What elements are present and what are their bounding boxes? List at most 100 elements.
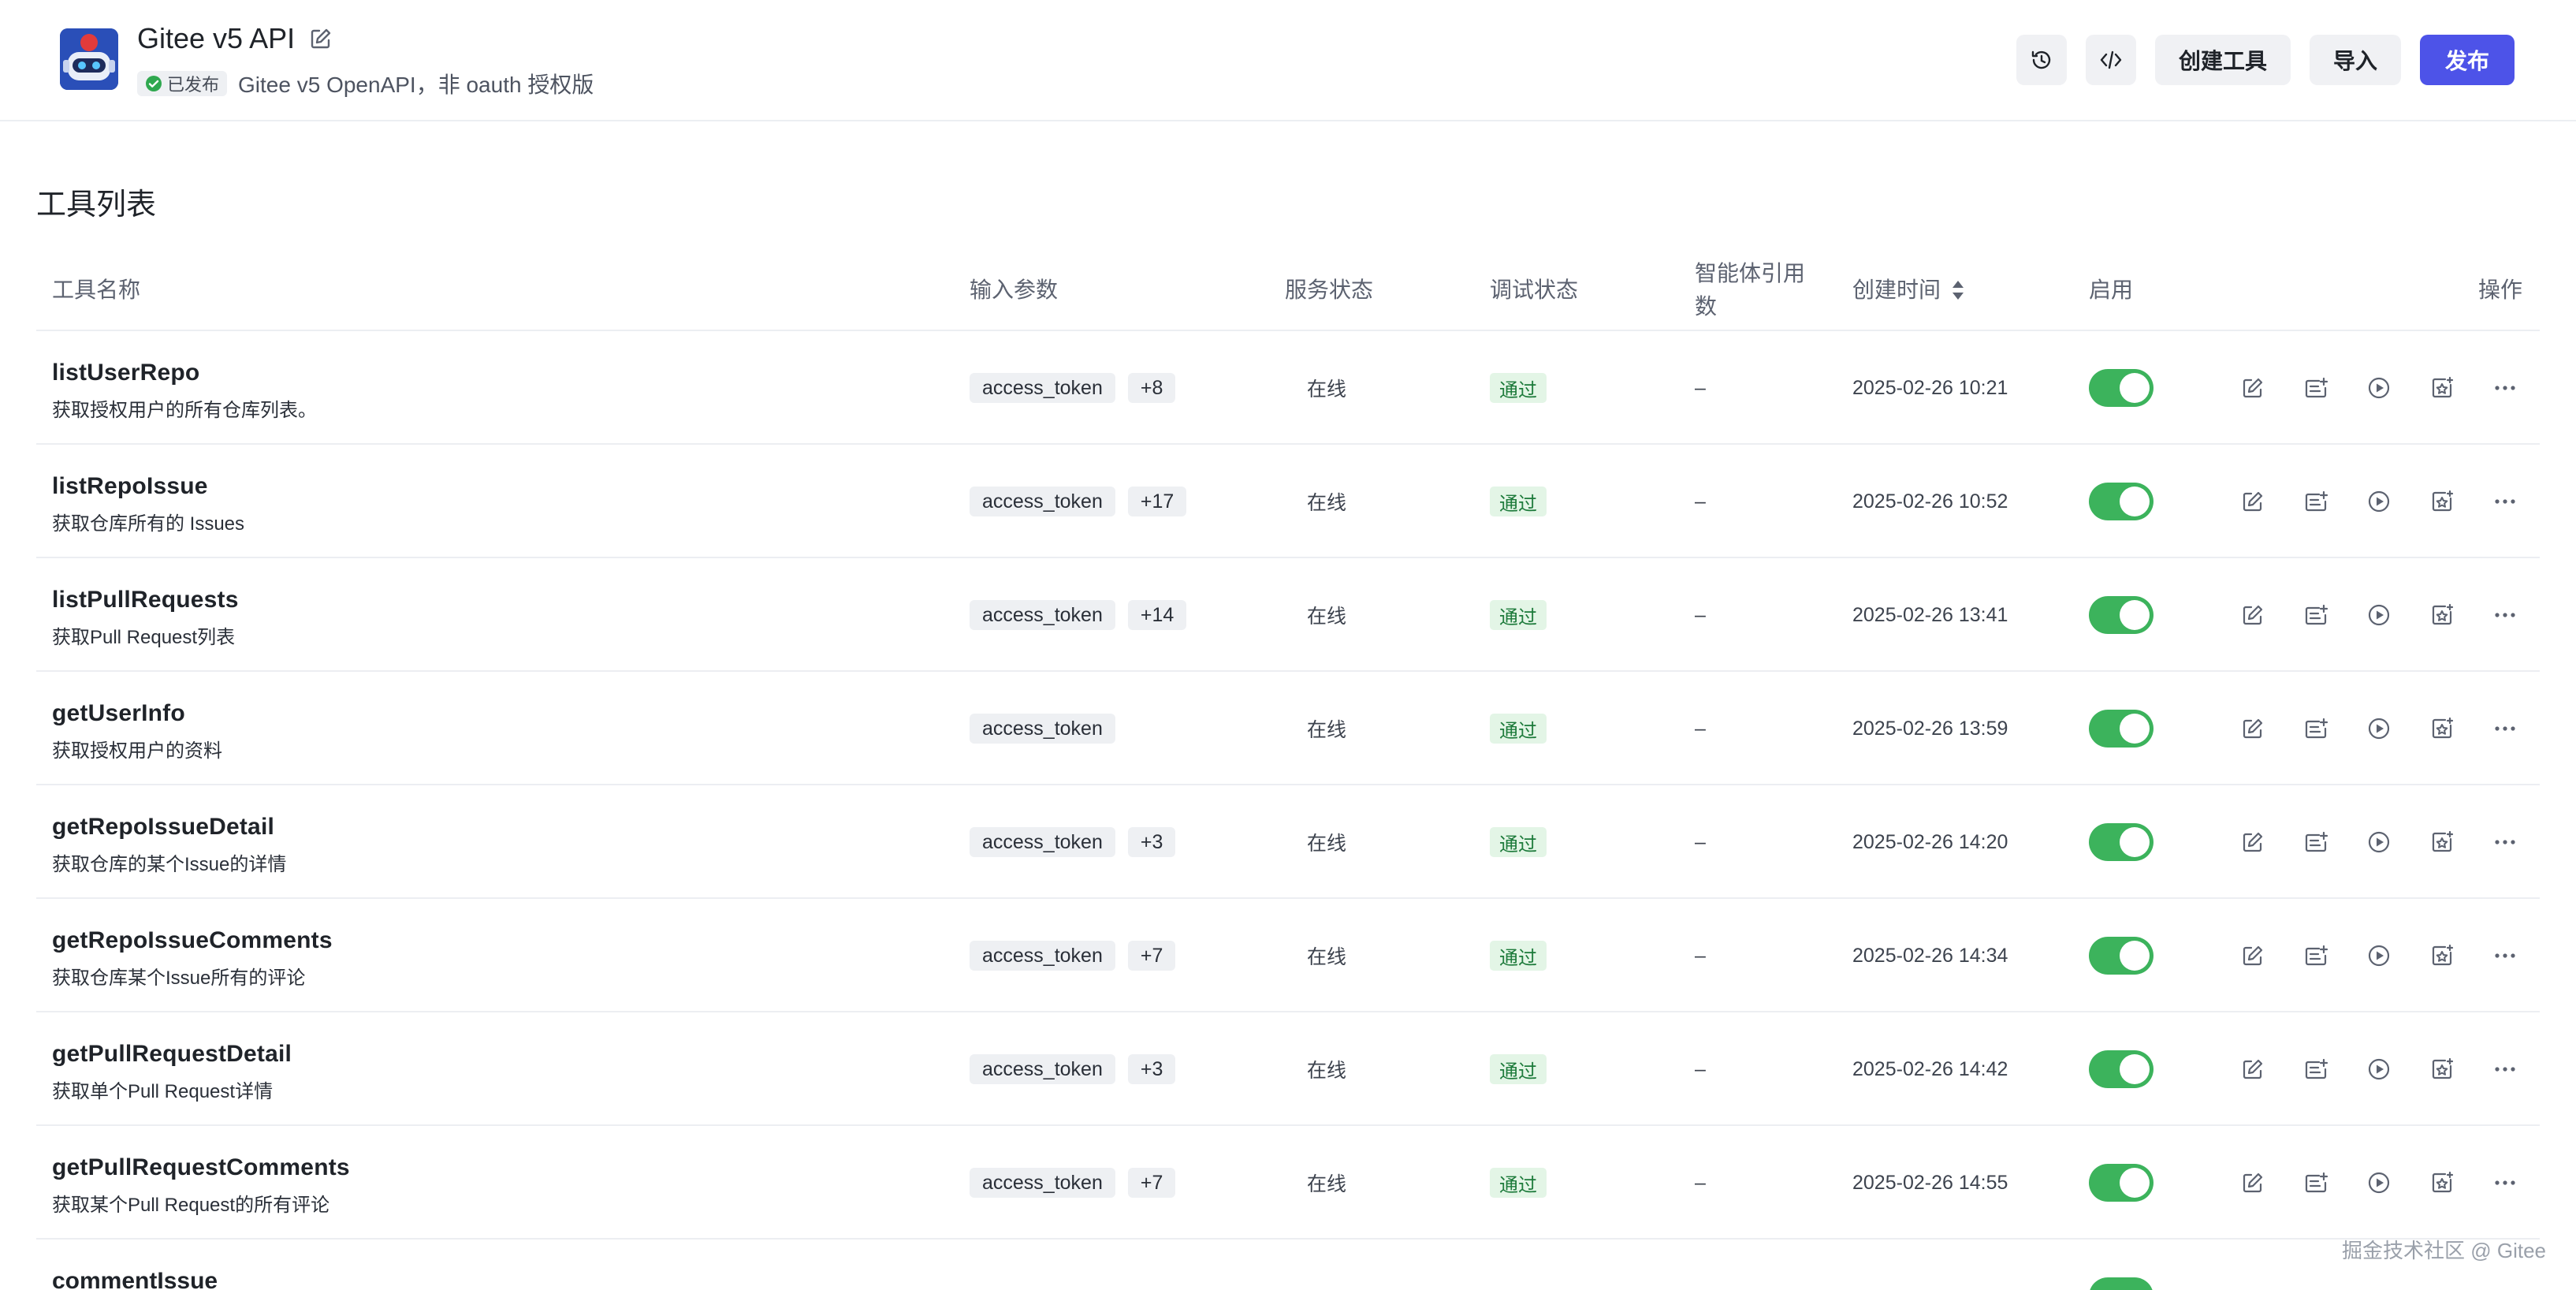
table-row[interactable]: listPullRequests 获取Pull Request列表 access…	[36, 558, 2540, 672]
debug-run-button[interactable]	[2366, 375, 2392, 401]
param-more-tag[interactable]: +3	[1127, 1054, 1176, 1084]
tool-name[interactable]: listRepoIssue	[52, 473, 208, 500]
import-button[interactable]: 导入	[2309, 35, 2401, 85]
more-button[interactable]	[2492, 716, 2518, 741]
enable-toggle[interactable]	[2089, 823, 2153, 861]
more-button[interactable]	[2492, 602, 2518, 628]
service-status: 在线	[1307, 492, 1347, 514]
more-button[interactable]	[2492, 830, 2518, 855]
debug-status-cell: 通过	[1490, 1126, 1547, 1240]
table-row[interactable]: getPullRequestComments 获取某个Pull Request的…	[36, 1126, 2540, 1240]
enable-toggle[interactable]	[2089, 710, 2153, 748]
edit-button[interactable]	[2240, 602, 2265, 628]
enable-toggle[interactable]	[2089, 1050, 2153, 1088]
table-row[interactable]: getUserInfo 获取授权用户的资料 access_token 在线 通过…	[36, 672, 2540, 785]
play-circle-icon	[2368, 945, 2390, 967]
debug-run-button[interactable]	[2366, 716, 2392, 741]
code-button[interactable]	[2085, 35, 2136, 85]
publish-button[interactable]: 发布	[2419, 35, 2515, 85]
tool-name[interactable]: getRepoIssueDetail	[52, 814, 274, 841]
edit-title-icon[interactable]	[309, 27, 333, 50]
table-row[interactable]: listRepoIssue 获取仓库所有的 Issues access_toke…	[36, 445, 2540, 558]
param-more-tag[interactable]: +8	[1127, 373, 1176, 403]
edit-button[interactable]	[2240, 943, 2265, 968]
agent-refs: –	[1695, 376, 1706, 399]
more-button[interactable]	[2492, 375, 2518, 401]
enable-toggle[interactable]	[2089, 937, 2153, 975]
add-to-list-button[interactable]	[2303, 375, 2328, 401]
debug-run-button[interactable]	[2366, 489, 2392, 514]
edit-button[interactable]	[2240, 1057, 2265, 1082]
sort-icon[interactable]	[1950, 278, 1966, 302]
param-more-tag[interactable]: +3	[1127, 827, 1176, 857]
more-button[interactable]	[2492, 489, 2518, 514]
favorite-button[interactable]	[2429, 1170, 2455, 1195]
edit-button[interactable]	[2240, 375, 2265, 401]
list-add-icon	[2305, 490, 2328, 512]
add-to-list-button[interactable]	[2303, 830, 2328, 855]
debug-run-button[interactable]	[2366, 602, 2392, 628]
param-more-tag[interactable]: +7	[1127, 941, 1176, 971]
edit-button[interactable]	[2240, 1170, 2265, 1195]
created-time-cell: 2025-02-26 14:34	[1852, 899, 2008, 1012]
edit-button[interactable]	[2240, 830, 2265, 855]
tool-name[interactable]: getRepoIssueComments	[52, 927, 333, 954]
edit-button[interactable]	[2240, 716, 2265, 741]
table-row[interactable]: getRepoIssueDetail 获取仓库的某个Issue的详情 acces…	[36, 785, 2540, 899]
tool-name[interactable]: getPullRequestComments	[52, 1154, 350, 1181]
debug-run-button[interactable]	[2366, 1057, 2392, 1082]
favorite-button[interactable]	[2429, 830, 2455, 855]
enable-toggle[interactable]	[2089, 1277, 2153, 1290]
debug-run-button[interactable]	[2366, 830, 2392, 855]
header-created-time[interactable]: 创建时间	[1852, 249, 1966, 331]
more-button[interactable]	[2492, 1057, 2518, 1082]
table-row-partial[interactable]: commentIssue	[36, 1263, 2540, 1290]
edit-button[interactable]	[2240, 489, 2265, 514]
enable-toggle[interactable]	[2089, 369, 2153, 407]
debug-status-badge: 通过	[1490, 827, 1547, 857]
debug-status-badge: 通过	[1490, 714, 1547, 744]
table-row[interactable]: getPullRequestDetail 获取单个Pull Request详情 …	[36, 1012, 2540, 1126]
more-button[interactable]	[2492, 1170, 2518, 1195]
params-cell: access_token +7	[970, 1126, 1188, 1240]
table-row[interactable]: getRepoIssueComments 获取仓库某个Issue所有的评论 ac…	[36, 899, 2540, 1012]
favorite-button[interactable]	[2429, 375, 2455, 401]
create-tool-button[interactable]: 创建工具	[2154, 35, 2291, 85]
actions-cell	[2240, 672, 2518, 785]
enable-toggle[interactable]	[2089, 596, 2153, 634]
favorite-button[interactable]	[2429, 489, 2455, 514]
add-to-list-button[interactable]	[2303, 602, 2328, 628]
list-add-icon	[2305, 945, 2328, 966]
debug-run-button[interactable]	[2366, 943, 2392, 968]
tool-name[interactable]: listPullRequests	[52, 587, 239, 613]
favorite-button[interactable]	[2429, 1057, 2455, 1082]
created-time-cell: 2025-02-26 10:52	[1852, 445, 2008, 558]
favorite-button[interactable]	[2429, 943, 2455, 968]
history-button[interactable]	[2016, 35, 2067, 85]
add-to-list-button[interactable]	[2303, 1057, 2328, 1082]
debug-run-button[interactable]	[2366, 1170, 2392, 1195]
favorite-button[interactable]	[2429, 716, 2455, 741]
tool-name[interactable]: getPullRequestDetail	[52, 1041, 292, 1068]
agent-refs-cell: –	[1695, 331, 1706, 445]
add-to-list-button[interactable]	[2303, 716, 2328, 741]
tool-table: 工具名称 输入参数 服务状态 调试状态 智能体引用数 创建时间 启用 操作 li…	[36, 249, 2540, 1240]
favorite-button[interactable]	[2429, 602, 2455, 628]
add-to-list-button[interactable]	[2303, 1170, 2328, 1195]
add-to-list-button[interactable]	[2303, 943, 2328, 968]
enable-toggle[interactable]	[2089, 483, 2153, 520]
table-row[interactable]: listUserRepo 获取授权用户的所有仓库列表。 access_token…	[36, 331, 2540, 445]
more-dots-icon	[2495, 386, 2515, 390]
tool-name[interactable]: commentIssue	[52, 1268, 218, 1290]
param-more-tag[interactable]: +7	[1127, 1168, 1176, 1198]
param-more-tag[interactable]: +17	[1127, 487, 1187, 516]
param-more-tag[interactable]: +14	[1127, 600, 1187, 630]
star-box-icon	[2432, 603, 2454, 625]
tool-name[interactable]: getUserInfo	[52, 700, 185, 727]
more-button[interactable]	[2492, 943, 2518, 968]
tool-name[interactable]: listUserRepo	[52, 360, 199, 386]
header-tool-name: 工具名称	[52, 278, 141, 302]
add-to-list-button[interactable]	[2303, 489, 2328, 514]
enable-toggle[interactable]	[2089, 1164, 2153, 1202]
agent-refs: –	[1695, 1057, 1706, 1080]
